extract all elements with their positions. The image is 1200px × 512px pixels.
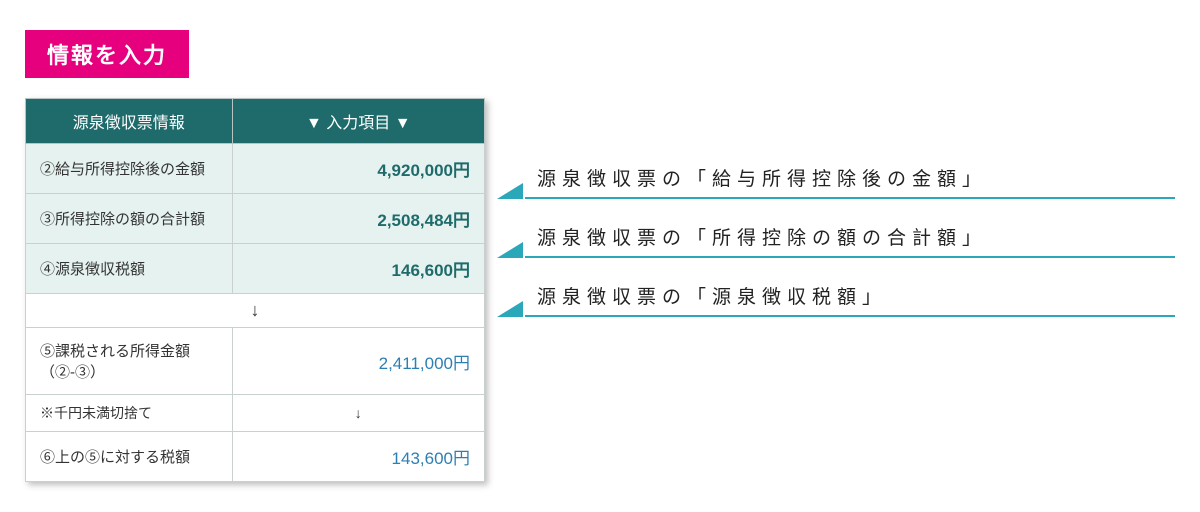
row-label: ⑤課税される所得金額（②-③） xyxy=(26,328,233,395)
row-value: 4,920,000円 xyxy=(232,144,484,194)
row-label: ③所得控除の額の合計額 xyxy=(26,194,233,244)
row-label: ②給与所得控除後の金額 xyxy=(26,144,233,194)
arrow-row: ↓ xyxy=(26,294,485,328)
row-label: ⑥上の⑤に対する税額 xyxy=(26,432,233,482)
table-row: ⑥上の⑤に対する税額 143,600円 xyxy=(26,432,485,482)
tax-table: 源泉徴収票情報 ▼ 入力項目 ▼ ②給与所得控除後の金額 4,920,000円 … xyxy=(25,98,485,482)
table-row: ⑤課税される所得金額（②-③） 2,411,000円 xyxy=(26,328,485,395)
note-label: ※千円未満切捨て xyxy=(26,395,233,432)
table-row: ②給与所得控除後の金額 4,920,000円 xyxy=(26,144,485,194)
content-layout: 源泉徴収票情報 ▼ 入力項目 ▼ ②給与所得控除後の金額 4,920,000円 … xyxy=(25,98,1175,482)
section-title: 情報を入力 xyxy=(25,30,189,78)
row-value: 2,508,484円 xyxy=(232,194,484,244)
row-value: 143,600円 xyxy=(232,432,484,482)
row-value: 146,600円 xyxy=(232,244,484,294)
table-row: ③所得控除の額の合計額 2,508,484円 xyxy=(26,194,485,244)
header-left: 源泉徴収票情報 xyxy=(26,99,233,144)
row-label: ④源泉徴収税額 xyxy=(26,244,233,294)
table-row: ④源泉徴収税額 146,600円 xyxy=(26,244,485,294)
header-right: ▼ 入力項目 ▼ xyxy=(232,99,484,144)
callout-list: 源泉徴収票の「給与所得控除後の金額」 源泉徴収票の「所得控除の額の合計額」 源泉… xyxy=(525,98,1175,335)
callout-item: 源泉徴収票の「給与所得控除後の金額」 xyxy=(525,158,1175,199)
note-row: ※千円未満切捨て ↓ xyxy=(26,395,485,432)
down-arrow-icon: ↓ xyxy=(232,395,484,432)
callout-item: 源泉徴収票の「所得控除の額の合計額」 xyxy=(525,217,1175,258)
down-arrow-icon: ↓ xyxy=(26,294,485,328)
row-value: 2,411,000円 xyxy=(232,328,484,395)
callout-item: 源泉徴収票の「源泉徴収税額」 xyxy=(525,276,1175,317)
